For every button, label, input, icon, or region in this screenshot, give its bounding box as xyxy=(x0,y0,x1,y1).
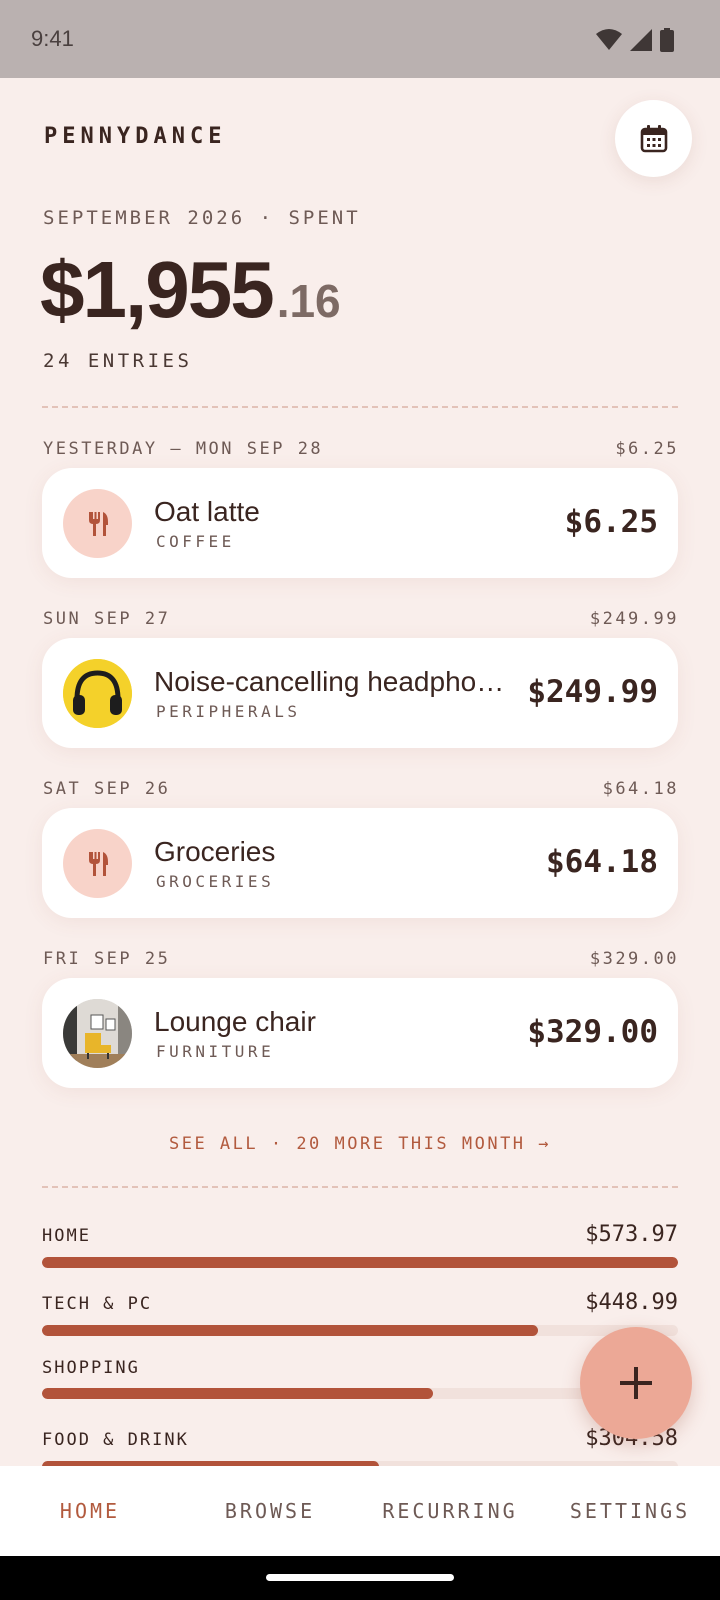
entry-count: 24 ENTRIES xyxy=(43,350,193,372)
category-name: FOOD & DRINK xyxy=(42,1430,189,1450)
app-title: PENNYDANCE xyxy=(44,124,227,149)
status-bar: 9:41 xyxy=(0,0,720,78)
category-thumb xyxy=(63,829,132,898)
divider xyxy=(42,406,678,408)
category-bar-fill xyxy=(42,1325,539,1336)
day-header: SUN SEP 27 $249.99 xyxy=(43,609,679,629)
expense-category: GROCERIES xyxy=(156,872,275,891)
expense-name: Noise-cancelling headphones xyxy=(154,666,516,697)
expense-card[interactable]: Groceries GROCERIES $64.18 xyxy=(42,808,678,918)
period-label: SEPTEMBER 2026 · SPENT xyxy=(43,207,361,229)
nav-browse[interactable]: BROWSE xyxy=(180,1466,360,1556)
category-bar-fill xyxy=(42,1388,434,1399)
day-total: $64.18 xyxy=(602,779,679,799)
chair-icon xyxy=(63,999,132,1068)
signal-icon xyxy=(630,29,652,51)
expense-category: PERIPHERALS xyxy=(156,702,301,721)
day-header: YESTERDAY — MON SEP 28 $6.25 xyxy=(43,439,679,459)
day-label: SAT SEP 26 xyxy=(43,779,171,799)
category-name: SHOPPING xyxy=(42,1358,140,1378)
category-amount: $448.99 xyxy=(585,1290,678,1315)
day-header: FRI SEP 25 $329.00 xyxy=(43,949,679,969)
category-name: TECH & PC xyxy=(42,1294,153,1314)
expense-name: Lounge chair xyxy=(154,1006,316,1037)
headphones-photo xyxy=(63,659,132,728)
category-row[interactable]: TECH & PC $448.99 xyxy=(42,1290,678,1336)
chair-photo xyxy=(63,999,132,1068)
expense-category: FURNITURE xyxy=(156,1042,275,1061)
category-amount: $573.97 xyxy=(585,1222,678,1247)
day-label: YESTERDAY — MON SEP 28 xyxy=(43,439,324,459)
expense-name: Oat latte xyxy=(154,496,260,527)
expense-card[interactable]: Lounge chair FURNITURE $329.00 xyxy=(42,978,678,1088)
wifi-icon xyxy=(596,29,622,50)
expense-amount: $64.18 xyxy=(546,844,658,880)
total-amount: $1,955 xyxy=(40,245,275,334)
day-label: SUN SEP 27 xyxy=(43,609,171,629)
expense-card[interactable]: Oat latte COFFEE $6.25 xyxy=(42,468,678,578)
headphones-icon xyxy=(63,659,132,728)
nav-recurring[interactable]: RECURRING xyxy=(360,1466,540,1556)
add-expense-button[interactable] xyxy=(580,1327,692,1439)
category-row[interactable]: HOME $573.97 xyxy=(42,1222,678,1268)
category-bar xyxy=(42,1257,678,1268)
day-header: SAT SEP 26 $64.18 xyxy=(43,779,679,799)
category-name: HOME xyxy=(42,1226,91,1246)
calendar-icon xyxy=(640,124,667,152)
status-icons xyxy=(596,28,674,52)
see-all-link[interactable]: SEE ALL · 20 MORE THIS MONTH → xyxy=(0,1134,720,1154)
category-bar xyxy=(42,1325,678,1336)
fork-knife-icon xyxy=(88,851,108,876)
total-cents: .16 xyxy=(276,275,341,327)
category-thumb xyxy=(63,489,132,558)
gesture-bar-area xyxy=(0,1556,720,1600)
battery-icon xyxy=(660,28,674,52)
bottom-nav: HOME BROWSE RECURRING SETTINGS xyxy=(0,1466,720,1556)
divider xyxy=(42,1186,678,1188)
fork-knife-icon xyxy=(88,511,108,536)
day-total: $6.25 xyxy=(615,439,679,459)
status-time: 9:41 xyxy=(31,26,74,51)
expense-card[interactable]: Noise-cancelling headphones PERIPHERALS … xyxy=(42,638,678,748)
category-bar-fill xyxy=(42,1257,678,1268)
expense-category: COFFEE xyxy=(156,532,235,551)
total-spent: $1,955 .16 xyxy=(40,244,341,336)
day-total: $249.99 xyxy=(589,609,679,629)
expense-amount: $6.25 xyxy=(564,504,658,540)
expense-amount: $249.99 xyxy=(527,674,658,710)
plus-icon xyxy=(620,1367,652,1399)
nav-settings[interactable]: SETTINGS xyxy=(540,1466,720,1556)
expense-name: Groceries xyxy=(154,836,276,867)
expense-amount: $329.00 xyxy=(527,1014,658,1050)
home-gesture-handle[interactable] xyxy=(266,1574,454,1581)
calendar-button[interactable] xyxy=(615,100,692,177)
nav-home[interactable]: HOME xyxy=(0,1466,180,1556)
day-label: FRI SEP 25 xyxy=(43,949,171,969)
day-total: $329.00 xyxy=(589,949,679,969)
